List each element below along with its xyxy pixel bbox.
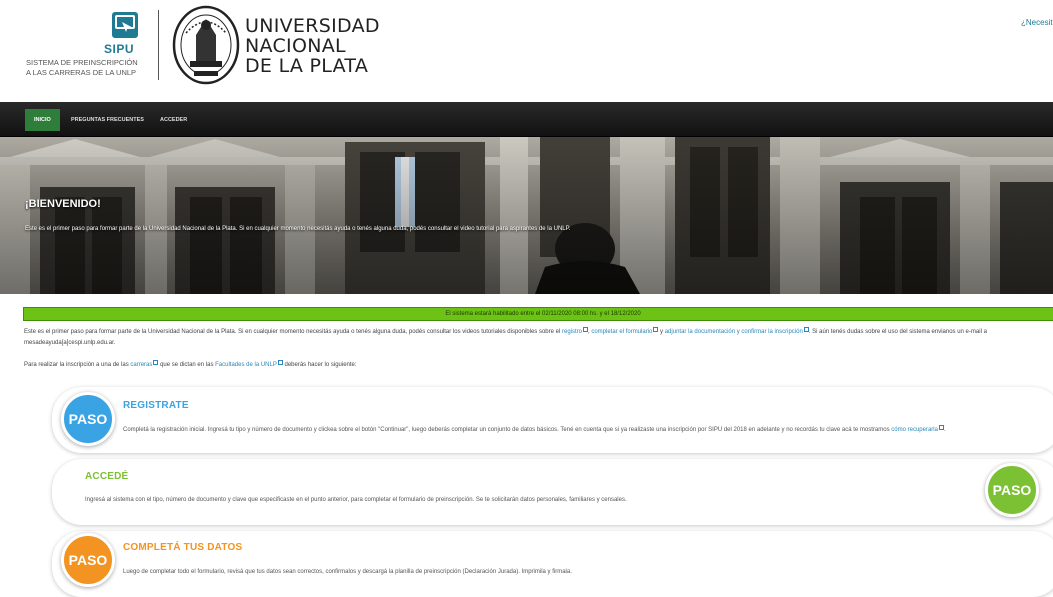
external-link-icon bbox=[938, 425, 944, 430]
sipu-title: SIPU bbox=[104, 42, 135, 56]
help-link[interactable]: ¿Necesitás ayuda? bbox=[1021, 18, 1053, 27]
main-navbar: INICIO PREGUNTAS FRECUENTES ACCEDER bbox=[0, 102, 1053, 137]
link-adjuntar-documentacion[interactable]: adjuntar la documentación y confirmar la… bbox=[665, 329, 803, 335]
intro-paragraph: Este es el primer paso para formar parte… bbox=[24, 327, 1053, 349]
link-completar-formulario[interactable]: completar el formulario bbox=[591, 329, 652, 335]
step-3-badge: PASO 3 bbox=[61, 533, 115, 587]
step-1-title: REGISTRATE bbox=[123, 400, 189, 411]
step-3-text: Luego de completar todo el formulario, r… bbox=[123, 569, 572, 575]
link-recuperar-clave[interactable]: cómo recuperarla bbox=[891, 427, 938, 433]
step-1-text: Completá la registración inicial. Ingres… bbox=[123, 425, 946, 433]
step-2-text: Ingresá al sistema con el tipo, número d… bbox=[85, 497, 627, 503]
nav-item-preguntas-frecuentes[interactable]: PREGUNTAS FRECUENTES bbox=[62, 109, 153, 131]
step-2-title: ACCEDÉ bbox=[85, 471, 129, 482]
step-1-badge: PASO 1 bbox=[61, 392, 115, 475]
nav-item-inicio[interactable]: INICIO bbox=[25, 109, 60, 131]
instructions-text-b: que se dictan en las bbox=[158, 362, 216, 368]
university-name: UNIVERSIDAD NACIONAL DE LA PLATA bbox=[245, 16, 380, 76]
intro-text-a: Este es el primer paso para formar parte… bbox=[24, 329, 562, 335]
support-email: mesadeayuda[a]cespi.unlp.edu.ar. bbox=[24, 340, 116, 346]
intro-text-b: . Si aún tenés dudas sobre el uso del si… bbox=[808, 329, 987, 335]
step-card-accede: ACCEDÉ Ingresá al sistema con el tipo, n… bbox=[52, 459, 1053, 525]
hero-banner: ¡BIENVENIDO! Este es el primer paso para… bbox=[0, 137, 1053, 294]
university-name-line3: DE LA PLATA bbox=[245, 55, 369, 77]
instructions-text-a: Para realizar la inscripción a una de la… bbox=[24, 362, 131, 368]
sipu-screen-icon bbox=[112, 12, 138, 38]
availability-notice: El sistema estará habilitado entre el 02… bbox=[23, 307, 1053, 321]
link-carreras[interactable]: carreras bbox=[130, 362, 152, 368]
sipu-subtitle-line1: SISTEMA DE PREINSCRIPCIÓN bbox=[26, 58, 138, 67]
site-header: SIPU SISTEMA DE PREINSCRIPCIÓN A LAS CAR… bbox=[0, 0, 1053, 102]
nav-item-acceder[interactable]: ACCEDER bbox=[151, 109, 196, 131]
hero-title: ¡BIENVENIDO! bbox=[25, 198, 101, 210]
sipu-subtitle-line2: A LAS CARRERAS DE LA UNLP bbox=[26, 68, 137, 77]
instructions-text-c: deberás hacer lo siguiente: bbox=[282, 362, 357, 368]
sipu-subtitle: SISTEMA DE PREINSCRIPCIÓN A LAS CARRERAS… bbox=[26, 58, 166, 78]
building-facade-image bbox=[0, 137, 1053, 294]
link-facultades[interactable]: Facultades de la UNLP bbox=[215, 362, 277, 368]
instructions-paragraph: Para realizar la inscripción a una de la… bbox=[24, 360, 357, 371]
link-registro[interactable]: registro bbox=[562, 329, 582, 335]
university-name-line1: UNIVERSIDAD bbox=[245, 15, 380, 37]
hero-text: Este es el primer paso para formar parte… bbox=[25, 226, 571, 232]
sipu-logo[interactable]: SIPU SISTEMA DE PREINSCRIPCIÓN A LAS CAR… bbox=[26, 12, 146, 82]
unlp-seal-icon bbox=[172, 5, 240, 85]
step-1-description: Completá la registración inicial. Ingres… bbox=[123, 427, 892, 433]
step-card-completa-datos: COMPLETÁ TUS DATOS Luego de completar to… bbox=[52, 531, 1053, 597]
step-2-badge: PASO 2 bbox=[985, 463, 1039, 546]
step-card-registrate: REGISTRATE Completá la registración inic… bbox=[52, 387, 1053, 453]
step-3-title: COMPLETÁ TUS DATOS bbox=[123, 542, 243, 553]
header-divider bbox=[158, 10, 159, 80]
university-name-line2: NACIONAL bbox=[245, 35, 346, 57]
